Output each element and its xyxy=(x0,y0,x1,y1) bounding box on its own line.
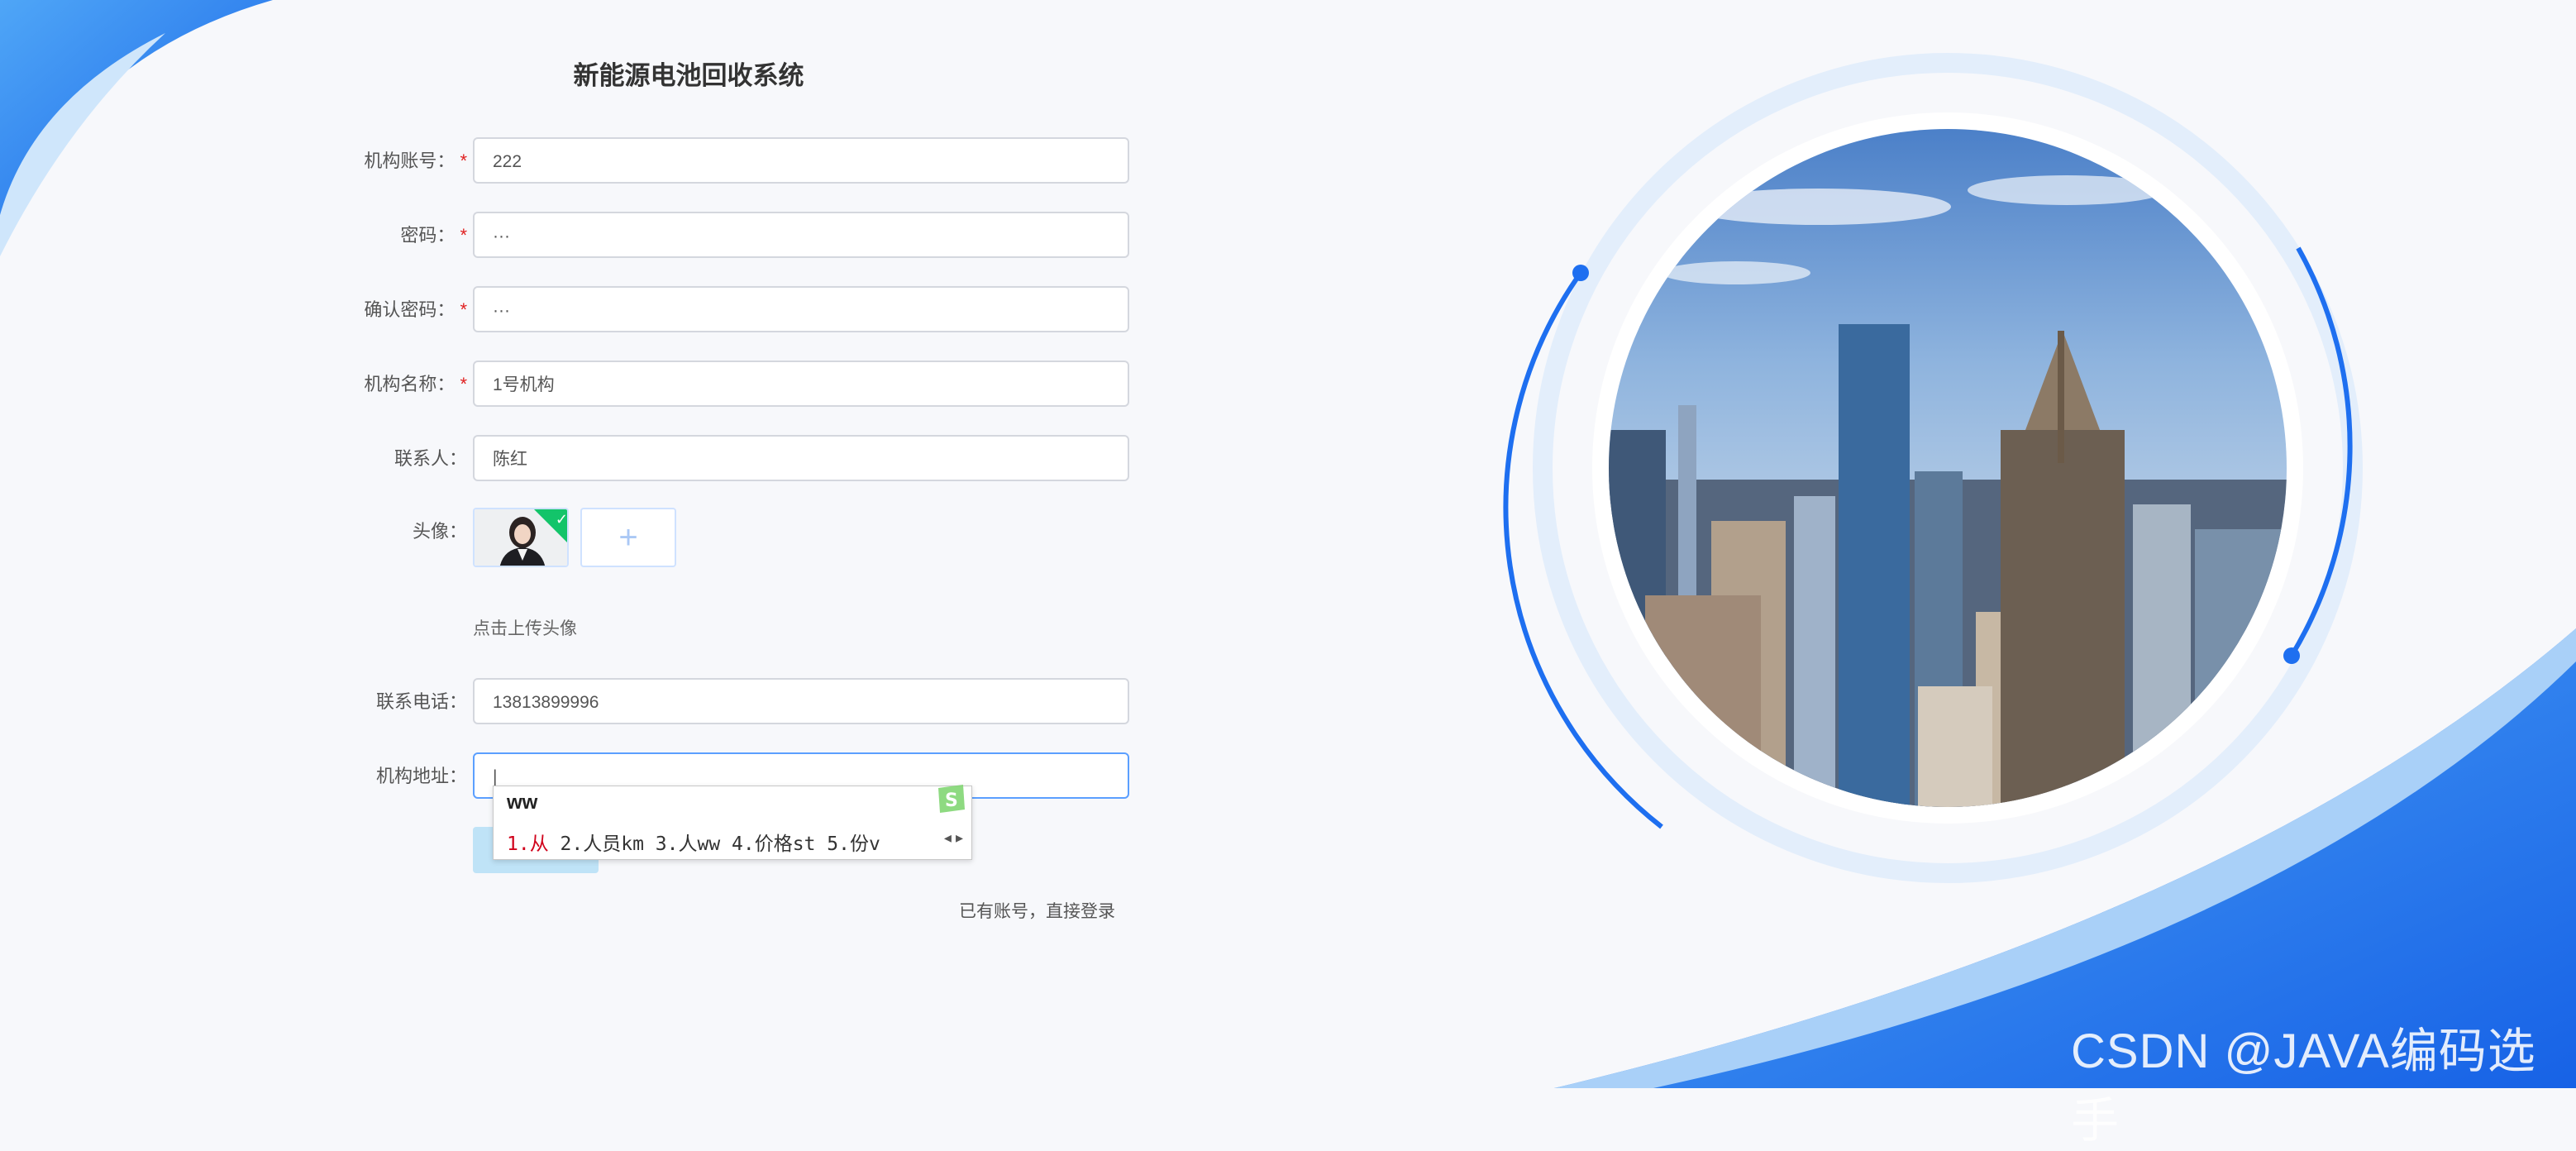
required-mark: * xyxy=(460,150,467,171)
account-input[interactable]: 222 xyxy=(473,137,1129,184)
login-link[interactable]: 已有账号，直接登录 xyxy=(959,898,1115,923)
check-icon: ✓ xyxy=(555,511,568,528)
contact-label: 联系人： xyxy=(394,448,467,469)
address-label: 机构地址： xyxy=(375,766,467,786)
upload-hint: 点击上传头像 xyxy=(473,619,577,638)
account-label: 机构账号： * xyxy=(248,137,467,185)
uploaded-badge: ✓ xyxy=(534,509,567,542)
org-name-label: 机构名称： * xyxy=(248,361,467,408)
confirm-password-label-text: 确认密码： xyxy=(364,299,456,320)
phone-input[interactable]: 13813899996 xyxy=(473,678,1129,724)
ime-candidates: 1.从 2.人员km 3.人ww 4.价格st 5.份v xyxy=(507,828,880,856)
watermark: CSDN @JAVA编码选手 xyxy=(2071,1024,2536,1148)
page-title: 新能源电池回收系统 xyxy=(573,61,804,90)
required-mark: * xyxy=(460,374,467,394)
org-name-input[interactable]: 1号机构 xyxy=(473,361,1129,407)
contact-input[interactable]: 陈红 xyxy=(473,435,1129,481)
phone-label: 联系电话： xyxy=(375,691,467,712)
confirm-password-input[interactable]: ··· xyxy=(473,286,1129,332)
ime-candidate-window[interactable]: ww S 1.从 2.人员km 3.人ww 4.价格st 5.份v ◂ ▸ xyxy=(493,785,972,860)
svg-text:S: S xyxy=(945,790,958,811)
org-name-label-text: 机构名称： xyxy=(364,374,456,394)
plus-icon: + xyxy=(618,519,638,556)
required-mark: * xyxy=(460,225,467,246)
confirm-password-label: 确认密码： * xyxy=(248,286,467,334)
required-mark: * xyxy=(460,299,467,320)
ime-composition: ww xyxy=(507,791,538,814)
ime-candidate-1[interactable]: 1.从 xyxy=(507,833,549,855)
avatar-thumbnail[interactable]: ✓ xyxy=(473,508,569,567)
avatar-label: 头像： xyxy=(412,521,467,542)
ime-candidates-rest[interactable]: 2.人员km 3.人ww 4.价格st 5.份v xyxy=(549,833,880,855)
password-label-text: 密码： xyxy=(400,225,456,246)
sogou-logo-icon: S xyxy=(938,785,965,813)
account-label-text: 机构账号： xyxy=(364,150,456,171)
password-label: 密码： * xyxy=(248,212,467,260)
ime-page-arrows[interactable]: ◂ ▸ xyxy=(944,829,963,847)
avatar-upload-button[interactable]: + xyxy=(580,508,676,567)
password-input[interactable]: ··· xyxy=(473,212,1129,258)
